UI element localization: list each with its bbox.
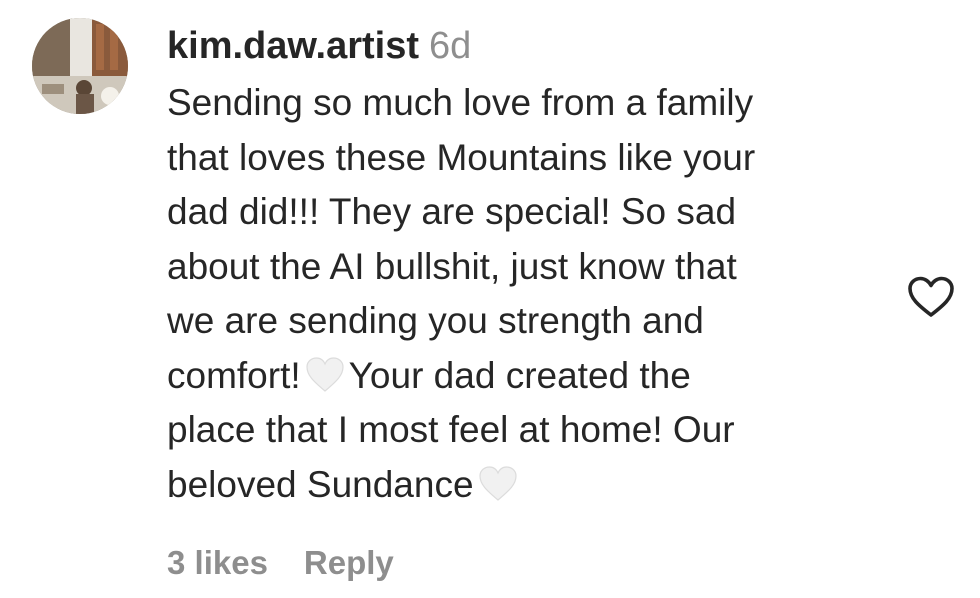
text-span: Sending so much love from a family (167, 82, 754, 123)
comment-text-line: that loves these Mountains like your (167, 131, 887, 186)
comment-text-line: beloved Sundance (167, 458, 887, 513)
comment-text-line: we are sending you strength and (167, 294, 887, 349)
text-span: that loves these Mountains like your (167, 136, 756, 178)
comment-text-line: Sending so much love from a family (167, 76, 887, 131)
text-span: dad did!!! They are special! So sad (167, 191, 737, 232)
username-link[interactable]: kim.daw.artist (167, 25, 419, 67)
likes-count[interactable]: 3 likes (167, 544, 268, 581)
comment-text: Sending so much love from a family that … (167, 76, 887, 512)
text-span: comfort! (167, 354, 301, 396)
comment-footer: 3 likes Reply (167, 541, 394, 585)
text-span: about the AI bullshit, just know that (167, 245, 737, 287)
text-span: Your dad created the (348, 354, 691, 396)
comment-text-line: comfort! Your dad created the (167, 349, 887, 404)
text-span: beloved Sundance (167, 463, 474, 505)
white-heart-emoji-icon (306, 356, 344, 392)
comment-text-line: place that I most feel at home! Our (167, 403, 887, 458)
text-span: place that I most feel at home! Our (167, 409, 735, 450)
comment-body: kim.daw.artist 6d Sending so much love fr… (167, 22, 887, 512)
comment-text-line: about the AI bullshit, just know that (167, 240, 887, 295)
comment-time[interactable]: 6d (429, 25, 471, 67)
comment-header: kim.daw.artist 6d (167, 22, 887, 70)
comment: kim.daw.artist 6d Sending so much love fr… (0, 0, 980, 598)
reply-button[interactable]: Reply (304, 544, 394, 581)
white-heart-emoji-icon (478, 465, 517, 501)
comment-text-line: dad did!!! They are special! So sad (167, 185, 887, 240)
heart-outline-icon[interactable] (907, 276, 955, 318)
text-span: we are sending you strength and (167, 300, 704, 341)
avatar-photo (32, 18, 128, 114)
avatar[interactable] (32, 18, 128, 114)
